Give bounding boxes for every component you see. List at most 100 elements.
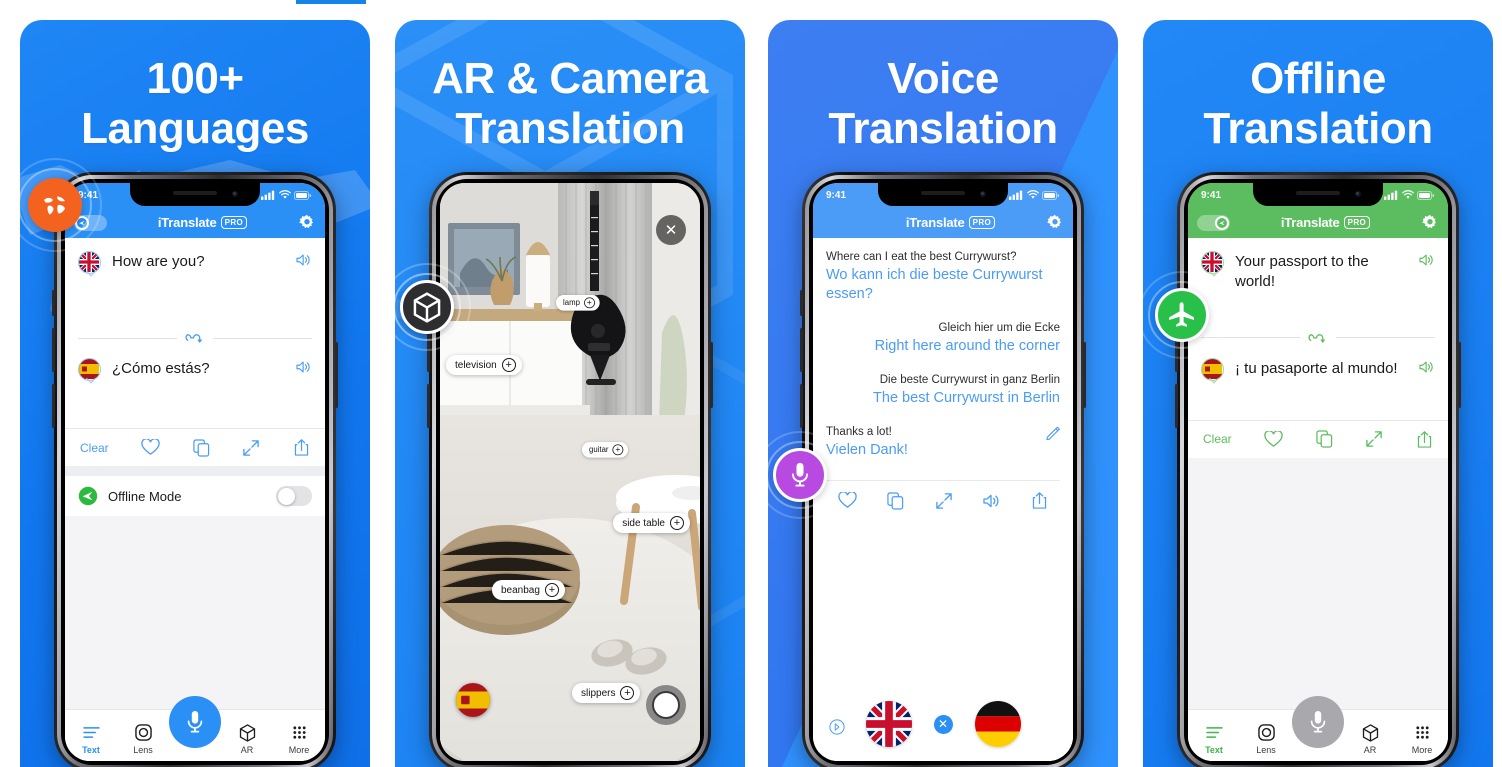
camera-viewfinder[interactable]: ✕ television + lamp + guitar + side tabl… (440, 183, 700, 761)
speaker-icon[interactable] (296, 253, 312, 267)
conversation-bubble[interactable]: Thanks a lot! Vielen Dank! (826, 425, 1060, 460)
shutter-button[interactable] (646, 685, 686, 725)
app-title: iTranslate PRO (1281, 215, 1371, 230)
source-text-row[interactable]: How are you? (65, 238, 325, 287)
status-time: 9:41 (1201, 189, 1222, 201)
clear-button[interactable]: Clear (1203, 432, 1232, 446)
gear-icon[interactable] (298, 214, 316, 232)
copy-icon[interactable] (1316, 430, 1333, 448)
tab-more-label: More (1411, 745, 1433, 755)
target-language-flag[interactable] (78, 358, 103, 384)
tab-ar[interactable]: AR (1347, 722, 1393, 755)
microphone-icon (792, 462, 808, 487)
phone-screen: 9:41 (813, 183, 1073, 761)
voice-language-bar: ✕ (813, 687, 1073, 761)
source-language-flag[interactable] (78, 251, 103, 277)
ar-label-side-table[interactable]: side table + (613, 513, 690, 533)
expand-icon[interactable] (242, 439, 260, 457)
swap-icon[interactable] (185, 331, 205, 345)
conversation-bubble[interactable]: Gleich hier um die Ecke Right here aroun… (826, 321, 1060, 356)
camera-language-flag[interactable] (456, 683, 490, 717)
expand-icon[interactable] (935, 492, 953, 510)
ar-cube-icon (1362, 723, 1378, 742)
copy-icon[interactable] (193, 438, 210, 457)
share-icon[interactable] (293, 438, 310, 457)
conversation-bubble[interactable]: Die beste Currywurst in ganz Berlin The … (826, 373, 1060, 408)
expand-icon[interactable] (1365, 430, 1383, 448)
app-body: How are you? ¿Cómo estás? Clear Offline … (65, 238, 325, 761)
source-text: Your passport to the world! (1235, 253, 1369, 290)
add-icon[interactable]: + (583, 297, 595, 309)
heart-icon[interactable] (838, 492, 857, 509)
target-language-flag[interactable] (1201, 357, 1226, 384)
swap-languages-row[interactable] (1188, 331, 1448, 345)
ar-label-slippers[interactable]: slippers + (572, 683, 641, 703)
translation-card: How are you? ¿Cómo estás? (65, 238, 325, 428)
headline-line-2: Translation (828, 104, 1058, 154)
panel-offline: Offline Translation 9:41 iTranslate PRO … (1143, 20, 1493, 767)
tab-text-label: Text (1205, 745, 1223, 755)
phone-mockup: 9:41 (1175, 172, 1461, 767)
ar-label-text: slippers (581, 687, 616, 699)
grid-dots-icon (1415, 726, 1429, 739)
tab-more[interactable]: More (276, 722, 322, 755)
speaker-icon[interactable] (296, 360, 312, 374)
add-icon[interactable]: + (670, 516, 684, 530)
source-language-flag[interactable] (1201, 251, 1226, 277)
tab-ar-label: AR (240, 745, 254, 755)
ar-label-guitar[interactable]: guitar + (582, 442, 629, 458)
microphone-button[interactable] (169, 696, 221, 748)
heart-icon[interactable] (1264, 430, 1283, 448)
ar-feature-badge (395, 263, 471, 351)
microphone-button[interactable] (1292, 696, 1344, 748)
share-icon[interactable] (1031, 491, 1048, 510)
app-title: iTranslate PRO (158, 215, 248, 230)
ar-label-lamp[interactable]: lamp + (556, 295, 600, 311)
clear-button[interactable]: Clear (80, 441, 109, 455)
speaker-icon[interactable] (983, 493, 1001, 509)
offline-mode-row[interactable]: Offline Mode (65, 475, 325, 516)
ar-label-beanbag[interactable]: beanbag + (492, 580, 565, 600)
tab-more[interactable]: More (1399, 722, 1445, 755)
uk-flag (865, 701, 912, 747)
gear-icon[interactable] (1421, 214, 1439, 232)
bluetooth-icon[interactable] (829, 719, 845, 735)
status-time: 9:41 (826, 189, 847, 201)
app-header-bar: iTranslate PRO (813, 207, 1073, 238)
microphone-icon (187, 711, 203, 733)
speaker-icon[interactable] (1419, 360, 1435, 374)
close-button[interactable]: ✕ (656, 215, 686, 245)
share-icon[interactable] (1416, 430, 1433, 449)
copy-icon[interactable] (887, 492, 904, 510)
swap-languages-row[interactable] (65, 331, 325, 345)
left-language-flag[interactable] (865, 701, 912, 747)
pro-badge: PRO (220, 216, 248, 229)
source-text-row[interactable]: Your passport to the world! (1188, 238, 1448, 303)
right-language-flag[interactable] (974, 701, 1021, 747)
offline-mode-toggle[interactable] (276, 486, 312, 506)
ar-label-television[interactable]: television + (446, 355, 522, 375)
heart-icon[interactable] (141, 439, 160, 456)
add-icon[interactable]: + (620, 686, 635, 700)
app-header-bar: iTranslate PRO (1188, 207, 1448, 238)
tab-ar[interactable]: AR (224, 722, 270, 755)
ar-label-text: lamp (563, 298, 580, 308)
add-icon[interactable]: + (544, 583, 559, 597)
add-icon[interactable]: + (612, 444, 624, 456)
swap-icon[interactable] (1308, 331, 1328, 345)
add-icon[interactable]: + (501, 358, 516, 372)
tab-text[interactable]: Text (68, 722, 114, 755)
gear-icon[interactable] (1046, 214, 1064, 232)
close-conversation-button[interactable]: ✕ (933, 714, 953, 734)
pencil-icon[interactable] (1046, 426, 1060, 441)
tab-lens-label: Lens (133, 745, 153, 755)
airplane-mode-toggle[interactable] (1197, 214, 1230, 231)
tab-lens[interactable]: Lens (1243, 722, 1289, 755)
tab-lens[interactable]: Lens (120, 722, 166, 755)
speaker-icon[interactable] (1419, 253, 1435, 267)
target-text-row[interactable]: ¿Cómo estás? (65, 345, 325, 394)
target-text-row[interactable]: ¡ tu pasaporte al mundo! (1188, 345, 1448, 394)
conversation-bubble[interactable]: Where can I eat the best Currywurst? Wo … (826, 250, 1060, 304)
headline-line-2: Translation (455, 104, 685, 154)
tab-text[interactable]: Text (1191, 722, 1237, 755)
